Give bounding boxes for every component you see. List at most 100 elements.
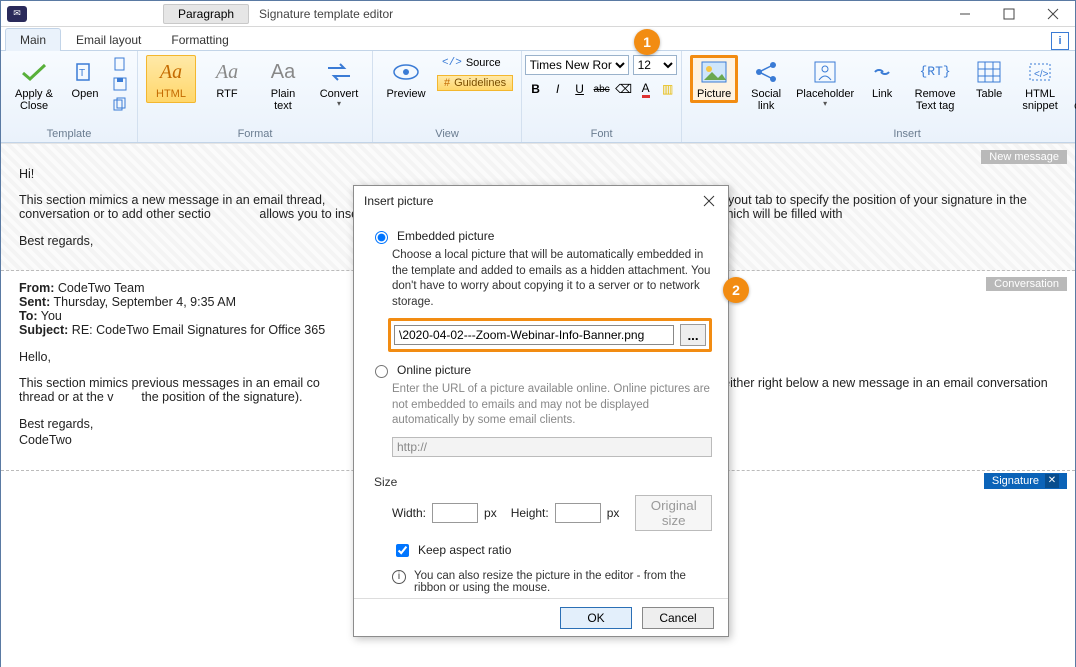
clear-format-button[interactable]: ⌫ <box>613 79 635 99</box>
remove-tag-button[interactable]: {RT} Remove Text tag <box>908 55 962 115</box>
window-title: Signature template editor <box>259 7 393 21</box>
preview-button[interactable]: Preview <box>381 55 431 103</box>
link-icon <box>868 58 896 86</box>
group-insert: Picture Social link Placeholder ▾ Link {… <box>682 51 1076 142</box>
tab-email-layout[interactable]: Email layout <box>61 28 156 51</box>
maximize-icon <box>1003 8 1015 20</box>
convert-icon <box>325 58 353 86</box>
svg-text:</>: </> <box>1034 69 1049 80</box>
svg-text:T: T <box>79 68 85 79</box>
save-icon <box>113 77 127 91</box>
convert-button[interactable]: Convert ▾ <box>314 55 364 112</box>
social-link-button[interactable]: Social link <box>744 55 788 115</box>
group-template-label: Template <box>47 126 92 140</box>
url-input <box>392 437 712 457</box>
ok-button[interactable]: OK <box>560 607 632 629</box>
minimize-button[interactable] <box>943 1 987 27</box>
close-icon <box>703 195 715 207</box>
picture-button[interactable]: Picture <box>690 55 738 103</box>
tab-formatting[interactable]: Formatting <box>156 28 243 51</box>
eraser-icon: ⌫ <box>615 82 632 96</box>
html-label: HTML <box>156 88 186 100</box>
browse-button[interactable]: ... <box>680 324 706 346</box>
signature-badge[interactable]: Signature ✕ <box>984 473 1067 489</box>
grid-icon: # <box>444 77 450 89</box>
keep-ratio-checkbox[interactable] <box>396 544 409 557</box>
font-color-button[interactable]: A <box>635 79 657 99</box>
px-label-2: px <box>607 506 620 520</box>
group-font: Times New Ror 12 B I U abc ⌫ A ▥ Font <box>522 51 682 142</box>
picture-icon <box>700 58 728 86</box>
open-label: Open <box>72 88 99 100</box>
tab-strip: Main Email layout Formatting i <box>1 27 1075 51</box>
snippet-icon: </> <box>1026 58 1054 86</box>
dialog-title: Insert picture <box>364 194 433 208</box>
maximize-button[interactable] <box>987 1 1031 27</box>
new-template-button[interactable] <box>111 55 129 73</box>
italic-button[interactable]: I <box>547 79 569 99</box>
picture-label: Picture <box>697 88 731 100</box>
highlight-button[interactable]: ▥ <box>657 79 679 99</box>
guidelines-button[interactable]: # Guidelines <box>437 75 513 91</box>
remove-tag-label: Remove Text tag <box>911 88 959 112</box>
path-input[interactable] <box>394 325 674 345</box>
font-size-select[interactable]: 12 <box>633 55 677 75</box>
copy-template-button[interactable] <box>111 95 129 113</box>
ribbon: Apply & Close T Open Template Aa HTML Aa… <box>1 51 1075 143</box>
group-font-label: Font <box>591 126 613 140</box>
close-button[interactable] <box>1031 1 1075 27</box>
special-char-button[interactable]: Ω Special character <box>1070 55 1076 115</box>
link-button[interactable]: Link <box>862 55 902 103</box>
paragraph-chip[interactable]: Paragraph <box>163 4 249 24</box>
person-icon <box>811 58 839 86</box>
embedded-radio[interactable] <box>375 231 388 244</box>
strike-button[interactable]: abc <box>591 79 613 99</box>
size-label: Size <box>374 475 712 489</box>
save-template-button[interactable] <box>111 75 129 93</box>
online-desc: Enter the URL of a picture available onl… <box>392 382 712 429</box>
tab-main[interactable]: Main <box>5 28 61 51</box>
html-icon: Aa <box>157 58 185 86</box>
social-label: Social link <box>747 88 785 112</box>
font-family-select[interactable]: Times New Ror <box>525 55 629 75</box>
width-label: Width: <box>392 506 426 520</box>
cancel-button[interactable]: Cancel <box>642 607 714 629</box>
underline-button[interactable]: U <box>569 79 591 99</box>
rtf-label: RTF <box>216 88 237 100</box>
title-bar: ✉ Paragraph Signature template editor <box>1 1 1075 27</box>
plain-format-button[interactable]: Aa Plain text <box>258 55 308 115</box>
html-format-button[interactable]: Aa HTML <box>146 55 196 103</box>
callout-2: 2 <box>723 277 749 303</box>
open-button[interactable]: T Open <box>65 55 105 103</box>
width-input[interactable] <box>432 503 478 523</box>
source-button[interactable]: </> Source <box>437 55 513 71</box>
eye-icon <box>392 58 420 86</box>
open-icon: T <box>71 58 99 86</box>
snippet-button[interactable]: </> HTML snippet <box>1016 55 1064 115</box>
info-button[interactable]: i <box>1051 32 1069 50</box>
height-input[interactable] <box>555 503 601 523</box>
copy-icon <box>113 97 127 111</box>
bold-button[interactable]: B <box>525 79 547 99</box>
dialog-close-button[interactable] <box>700 192 718 210</box>
check-icon <box>20 58 48 86</box>
insert-picture-dialog: Insert picture Embedded picture Choose a… <box>353 185 729 637</box>
online-radio[interactable] <box>375 365 388 378</box>
greeting-text: Hi! <box>19 167 1057 181</box>
table-button[interactable]: Table <box>968 55 1010 103</box>
rtf-format-button[interactable]: Aa RTF <box>202 55 252 103</box>
app-icon: ✉ <box>7 6 27 22</box>
chevron-down-icon: ▾ <box>823 100 827 109</box>
placeholder-button[interactable]: Placeholder ▾ <box>794 55 856 112</box>
info-icon: i <box>392 570 406 584</box>
guidelines-label: Guidelines <box>454 77 506 89</box>
px-label: px <box>484 506 497 520</box>
close-icon <box>1047 8 1059 20</box>
plain-icon: Aa <box>269 58 297 86</box>
signature-badge-label: Signature <box>992 475 1039 487</box>
group-format: Aa HTML Aa RTF Aa Plain text Convert ▾ F… <box>138 51 373 142</box>
link-label: Link <box>872 88 892 100</box>
apply-close-button[interactable]: Apply & Close <box>9 55 59 115</box>
callout-1: 1 <box>634 29 660 55</box>
signature-close-icon[interactable]: ✕ <box>1045 474 1059 488</box>
